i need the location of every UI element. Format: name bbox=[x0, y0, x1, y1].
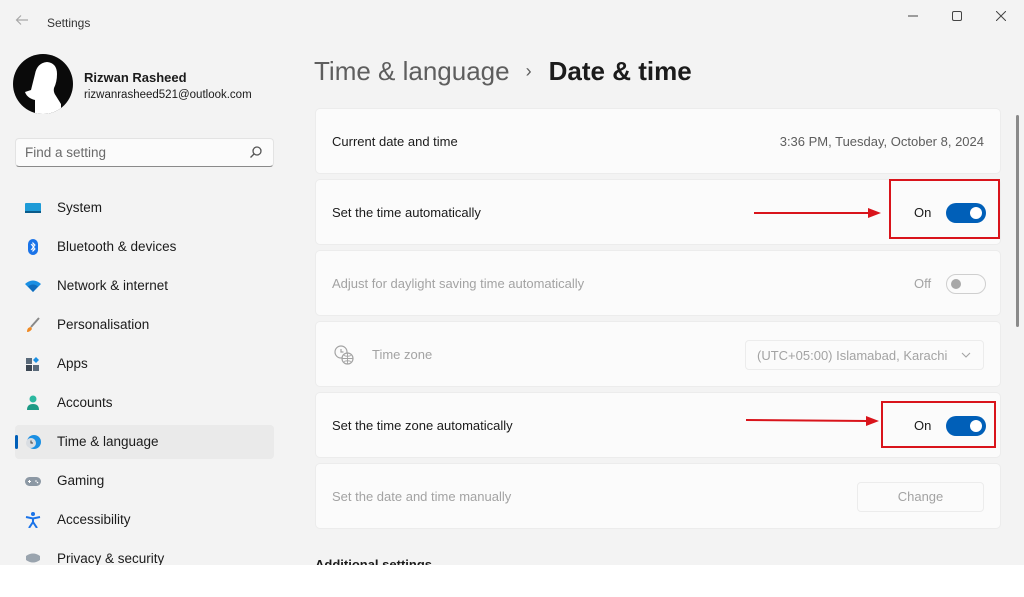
daylight-saving-toggle[interactable] bbox=[946, 274, 986, 294]
search-placeholder: Find a setting bbox=[25, 145, 107, 160]
time-zone-selected: (UTC+05:00) Islamabad, Karachi bbox=[757, 348, 948, 363]
user-email: rizwanrasheed521@outlook.com bbox=[84, 89, 252, 101]
sidebar-item-label: Accounts bbox=[57, 395, 113, 410]
apps-icon bbox=[26, 357, 39, 371]
title-bar: Settings bbox=[0, 0, 1024, 46]
sidebar-item-gaming[interactable]: Gaming bbox=[15, 464, 274, 498]
avatar[interactable] bbox=[13, 54, 73, 114]
breadcrumb: Time & language › Date & time bbox=[314, 56, 692, 87]
sidebar-item-accounts[interactable]: Accounts bbox=[15, 386, 274, 420]
setting-label: Time zone bbox=[372, 347, 433, 362]
annotation-arrow-icon bbox=[754, 208, 881, 218]
page-title: Date & time bbox=[548, 56, 692, 86]
close-button[interactable] bbox=[981, 6, 1021, 26]
gamepad-icon bbox=[25, 477, 41, 486]
person-icon bbox=[27, 395, 39, 410]
active-indicator bbox=[15, 435, 18, 449]
chevron-right-icon: › bbox=[525, 61, 532, 81]
time-zone-icon bbox=[334, 345, 354, 365]
sidebar-item-system[interactable]: System bbox=[15, 191, 274, 225]
set-manual-card: Set the date and time manually Change bbox=[315, 463, 1001, 529]
bluetooth-icon bbox=[28, 239, 38, 255]
annotation-arrow-icon bbox=[746, 416, 879, 426]
setting-label: Set the time zone automatically bbox=[332, 418, 513, 433]
setting-label: Adjust for daylight saving time automati… bbox=[332, 276, 585, 291]
change-button[interactable]: Change bbox=[857, 482, 984, 512]
chevron-down-icon bbox=[961, 352, 971, 358]
paintbrush-icon bbox=[27, 317, 40, 332]
search-icon bbox=[250, 146, 262, 158]
current-datetime-card: Current date and time 3:36 PM, Tuesday, … bbox=[315, 108, 1001, 174]
sidebar-item-time-language[interactable]: Time & language bbox=[15, 425, 274, 459]
close-icon bbox=[996, 11, 1006, 21]
sidebar-item-label: Apps bbox=[57, 356, 88, 371]
sidebar-item-label: Bluetooth & devices bbox=[57, 239, 177, 254]
back-button[interactable] bbox=[12, 12, 32, 32]
minimize-button[interactable] bbox=[893, 6, 933, 26]
section-heading: Additional settings bbox=[315, 558, 432, 565]
shield-icon bbox=[26, 553, 40, 563]
settings-window: Settings Rizwan Rasheed rizwanrasheed521… bbox=[0, 0, 1024, 565]
sidebar-item-label: Personalisation bbox=[57, 317, 150, 332]
setting-label: Set the date and time manually bbox=[332, 489, 512, 504]
setting-label: Current date and time bbox=[332, 134, 458, 149]
app-title: Settings bbox=[47, 16, 91, 30]
time-zone-card: Time zone (UTC+05:00) Islamabad, Karachi bbox=[315, 321, 1001, 387]
back-arrow-icon bbox=[15, 15, 28, 25]
accessibility-icon bbox=[25, 512, 41, 528]
annotation-highlight-box bbox=[881, 401, 996, 448]
wifi-icon bbox=[25, 280, 41, 292]
sidebar-item-apps[interactable]: Apps bbox=[15, 347, 274, 381]
setting-label: Set the time automatically bbox=[332, 205, 481, 220]
sidebar-item-bluetooth[interactable]: Bluetooth & devices bbox=[15, 230, 274, 264]
time-zone-dropdown[interactable]: (UTC+05:00) Islamabad, Karachi bbox=[745, 340, 984, 370]
current-datetime-value: 3:36 PM, Tuesday, October 8, 2024 bbox=[779, 134, 984, 149]
globe-clock-icon bbox=[26, 435, 41, 449]
toggle-state-label: Off bbox=[914, 276, 932, 291]
sidebar-item-accessibility[interactable]: Accessibility bbox=[15, 503, 274, 537]
sidebar-item-label: Time & language bbox=[57, 434, 159, 449]
sidebar-item-personalisation[interactable]: Personalisation bbox=[15, 308, 274, 342]
annotation-highlight-box bbox=[889, 179, 1000, 239]
maximize-icon bbox=[952, 11, 962, 21]
minimize-icon bbox=[908, 15, 918, 17]
monitor-icon bbox=[25, 203, 41, 213]
sidebar-item-network[interactable]: Network & internet bbox=[15, 269, 274, 303]
maximize-button[interactable] bbox=[937, 6, 977, 26]
breadcrumb-parent[interactable]: Time & language bbox=[314, 56, 510, 87]
sidebar-item-privacy[interactable]: Privacy & security bbox=[15, 542, 274, 565]
sidebar-item-label: Network & internet bbox=[57, 278, 169, 293]
search-input[interactable]: Find a setting bbox=[15, 138, 274, 167]
sidebar-item-label: Privacy & security bbox=[57, 551, 165, 565]
user-silhouette-icon bbox=[25, 62, 61, 114]
page-background bbox=[0, 565, 1024, 597]
sidebar-item-label: Accessibility bbox=[57, 512, 131, 527]
sidebar-item-label: System bbox=[57, 200, 103, 215]
daylight-saving-card: Adjust for daylight saving time automati… bbox=[315, 250, 1001, 316]
sidebar-item-label: Gaming bbox=[57, 473, 105, 488]
scrollbar[interactable] bbox=[1016, 115, 1019, 327]
user-name: Rizwan Rasheed bbox=[84, 70, 187, 85]
